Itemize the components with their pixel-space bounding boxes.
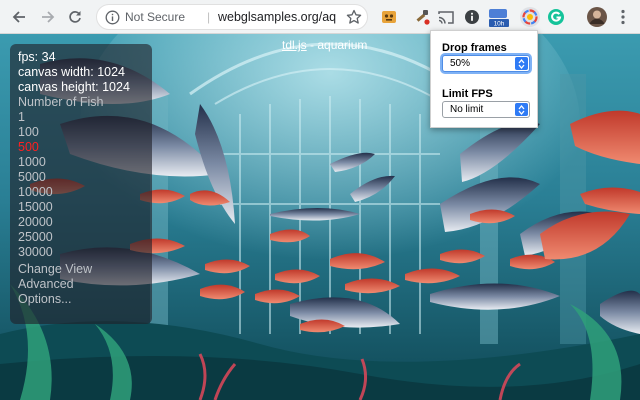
fps-readout: fps: 34 (18, 50, 56, 64)
extension-rainbow-icon[interactable] (519, 6, 541, 28)
aquarium-canvas[interactable]: tdl.js - aquarium fps: 34 canvas width: … (0, 34, 640, 400)
change-view-link[interactable]: Change View (18, 262, 92, 277)
fish-count-option[interactable]: 10000 (18, 185, 53, 200)
security-label: Not Secure (125, 10, 186, 24)
fish-count-option[interactable]: 15000 (18, 200, 53, 215)
limit-fps-label: Limit FPS (442, 88, 493, 100)
back-arrow-icon[interactable] (8, 6, 30, 28)
forward-arrow-icon[interactable] (37, 6, 59, 28)
reload-icon[interactable] (64, 6, 86, 28)
page-title: tdl.js - aquarium (282, 38, 367, 52)
info-icon[interactable] (105, 10, 120, 25)
extension-badge: 10h (494, 21, 505, 28)
drop-frames-select[interactable]: 50% (442, 55, 530, 72)
extension-tool-icon[interactable] (413, 8, 431, 26)
fish-count-option[interactable]: 1 (18, 110, 25, 125)
address-bar[interactable]: Not Secure | webglsamples.org/aq (96, 4, 368, 30)
drop-frames-value: 50% (450, 58, 471, 69)
select-arrows-icon (515, 57, 528, 70)
url-text[interactable]: webglsamples.org/aq (218, 10, 350, 24)
browser-toolbar: Not Secure | webglsamples.org/aq 10h (0, 0, 640, 34)
extension-orange-icon[interactable] (380, 8, 398, 26)
fish-count-option[interactable]: 30000 (18, 245, 53, 260)
fish-count-option[interactable]: 1000 (18, 155, 46, 170)
cast-icon[interactable] (437, 8, 455, 26)
limit-fps-value: No limit (450, 104, 484, 115)
options-link[interactable]: Options... (18, 292, 72, 307)
limit-fps-select[interactable]: No limit (442, 101, 530, 118)
fish-count-option[interactable]: 5000 (18, 170, 46, 185)
star-icon[interactable] (346, 9, 362, 25)
select-arrows-icon (515, 103, 528, 116)
menu-dots-icon[interactable] (620, 9, 626, 25)
fish-count-option[interactable]: 100 (18, 125, 39, 140)
page-title-suffix: - aquarium (306, 38, 368, 52)
grammarly-icon[interactable] (547, 8, 565, 26)
fish-count-option-selected[interactable]: 500 (18, 140, 39, 155)
canvas-height-readout: canvas height: 1024 (18, 80, 130, 94)
advanced-link[interactable]: Advanced (18, 277, 74, 292)
canvas-width-readout: canvas width: 1024 (18, 65, 126, 79)
fish-count-heading: Number of Fish (18, 95, 104, 109)
extension-timer-icon[interactable]: 10h (488, 8, 509, 28)
fps-extension-popup: Drop frames 50% Limit FPS No limit (430, 30, 538, 128)
fish-count-option[interactable]: 20000 (18, 215, 53, 230)
control-panel: fps: 34 canvas width: 1024 canvas height… (10, 44, 152, 324)
drop-frames-label: Drop frames (442, 42, 507, 54)
profile-avatar[interactable] (586, 6, 608, 28)
omnibox-separator: | (207, 10, 211, 24)
fish-count-option[interactable]: 25000 (18, 230, 53, 245)
tdl-link[interactable]: tdl.js (282, 38, 307, 52)
extension-info-icon[interactable] (463, 8, 481, 26)
